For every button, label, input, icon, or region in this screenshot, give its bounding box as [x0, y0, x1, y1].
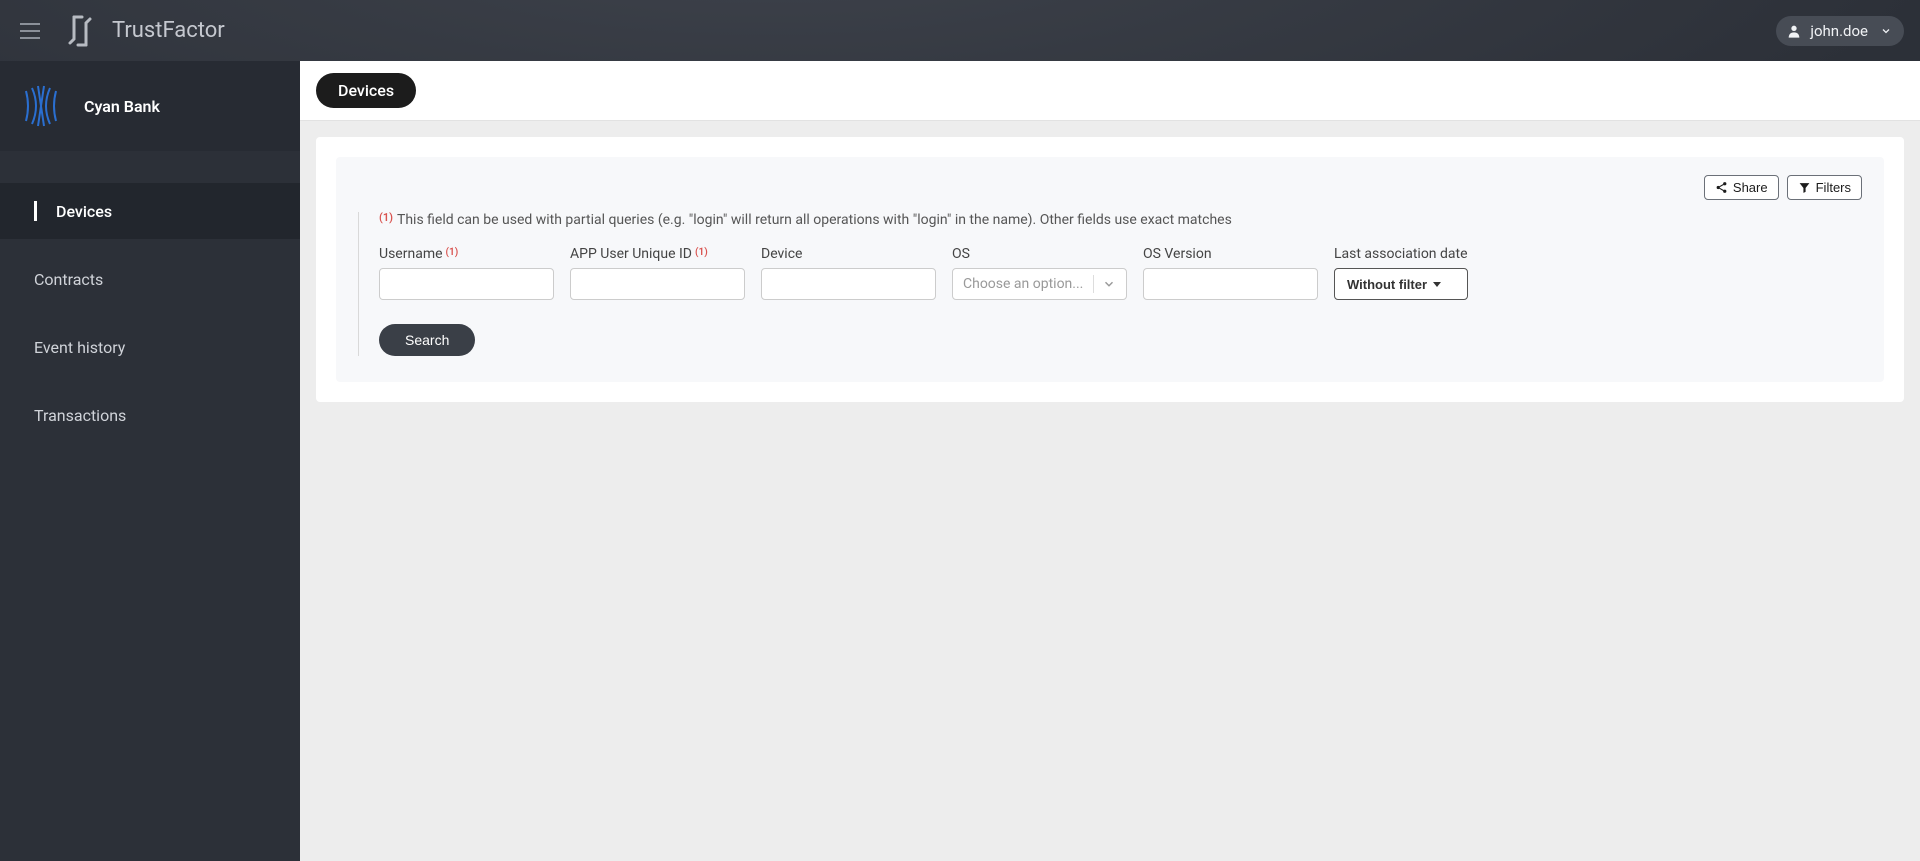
label-device-text: Device: [761, 246, 802, 262]
sidebar-item-label: Contracts: [34, 270, 103, 289]
share-label: Share: [1733, 180, 1768, 195]
input-os-version[interactable]: [1143, 268, 1318, 300]
label-os: OS: [952, 246, 1127, 262]
sidebar-item-label: Devices: [56, 202, 112, 221]
field-last-association: Last association date Without filter: [1334, 246, 1468, 300]
select-os[interactable]: Choose an option...: [952, 268, 1127, 300]
user-icon: [1786, 23, 1802, 39]
sidebar-item-contracts[interactable]: Contracts: [0, 251, 300, 307]
org-logo-icon: [16, 81, 66, 131]
hint-row: (1) This field can be used with partial …: [379, 212, 1862, 228]
hint-sup: (1): [379, 211, 393, 224]
content: Devices Share: [300, 61, 1920, 861]
org-block[interactable]: Cyan Bank: [0, 61, 300, 151]
label-os-text: OS: [952, 246, 970, 262]
input-username[interactable]: [379, 268, 554, 300]
label-device: Device: [761, 246, 936, 262]
share-button[interactable]: Share: [1704, 175, 1779, 200]
last-assoc-btn-label: Without filter: [1347, 277, 1427, 292]
filter-actions: Share Filters: [358, 175, 1862, 200]
sidebar-item-label: Event history: [34, 338, 125, 357]
label-app-user-id: APP User Unique ID (1): [570, 246, 745, 262]
field-username: Username (1): [379, 246, 554, 300]
label-username: Username (1): [379, 246, 554, 262]
filter-body: (1) This field can be used with partial …: [358, 212, 1862, 356]
field-device: Device: [761, 246, 936, 300]
share-icon: [1715, 181, 1728, 194]
hint-text: This field can be used with partial quer…: [397, 212, 1232, 228]
label-app-user-id-text: APP User Unique ID: [570, 246, 692, 262]
field-os-version: OS Version: [1143, 246, 1318, 300]
last-association-filter-button[interactable]: Without filter: [1334, 268, 1468, 300]
org-name: Cyan Bank: [84, 97, 160, 116]
filter-box: Share Filters (1) This field can be used…: [336, 157, 1884, 382]
topbar-right: john.doe: [1776, 16, 1904, 46]
menu-icon[interactable]: [16, 19, 44, 43]
sidebar: Cyan Bank Devices Contracts Event histor…: [0, 61, 300, 861]
topbar-left: TrustFactor: [16, 13, 225, 49]
caret-down-icon: [1433, 282, 1441, 287]
user-menu[interactable]: john.doe: [1776, 16, 1904, 46]
chevron-down-icon: [1102, 277, 1116, 291]
label-username-text: Username: [379, 246, 443, 262]
select-placeholder: Choose an option...: [963, 276, 1083, 292]
filters-label: Filters: [1816, 180, 1851, 195]
select-separator: [1093, 275, 1094, 293]
brand[interactable]: TrustFactor: [62, 13, 225, 49]
label-os-version-text: OS Version: [1143, 246, 1212, 262]
nav-list: Devices Contracts Event history Transact…: [0, 171, 300, 443]
sidebar-item-event-history[interactable]: Event history: [0, 319, 300, 375]
label-last-assoc-text: Last association date: [1334, 246, 1468, 262]
brand-text: TrustFactor: [112, 18, 225, 43]
field-app-user-id: APP User Unique ID (1): [570, 246, 745, 300]
field-os: OS Choose an option...: [952, 246, 1127, 300]
search-button[interactable]: Search: [379, 324, 475, 356]
topbar: TrustFactor john.doe: [0, 0, 1920, 61]
label-os-version: OS Version: [1143, 246, 1318, 262]
input-app-user-id[interactable]: [570, 268, 745, 300]
input-device[interactable]: [761, 268, 936, 300]
sup-app-user-id: (1): [695, 247, 708, 258]
sidebar-item-transactions[interactable]: Transactions: [0, 387, 300, 443]
brand-logo-icon: [62, 13, 98, 49]
panel: Share Filters (1) This field can be used…: [316, 137, 1904, 402]
sup-username: (1): [446, 247, 459, 258]
fields-row: Username (1) APP User Unique ID (1): [379, 246, 1862, 300]
page-tab-bar: Devices: [300, 61, 1920, 121]
filters-button[interactable]: Filters: [1787, 175, 1862, 200]
sidebar-item-label: Transactions: [34, 406, 126, 425]
filter-icon: [1798, 181, 1811, 194]
sidebar-item-devices[interactable]: Devices: [0, 183, 300, 239]
chevron-down-icon: [1880, 25, 1892, 37]
page-tab-devices[interactable]: Devices: [316, 73, 416, 108]
sidebar-gap: [0, 151, 300, 167]
user-name: john.doe: [1810, 22, 1868, 40]
label-last-association: Last association date: [1334, 246, 1468, 262]
